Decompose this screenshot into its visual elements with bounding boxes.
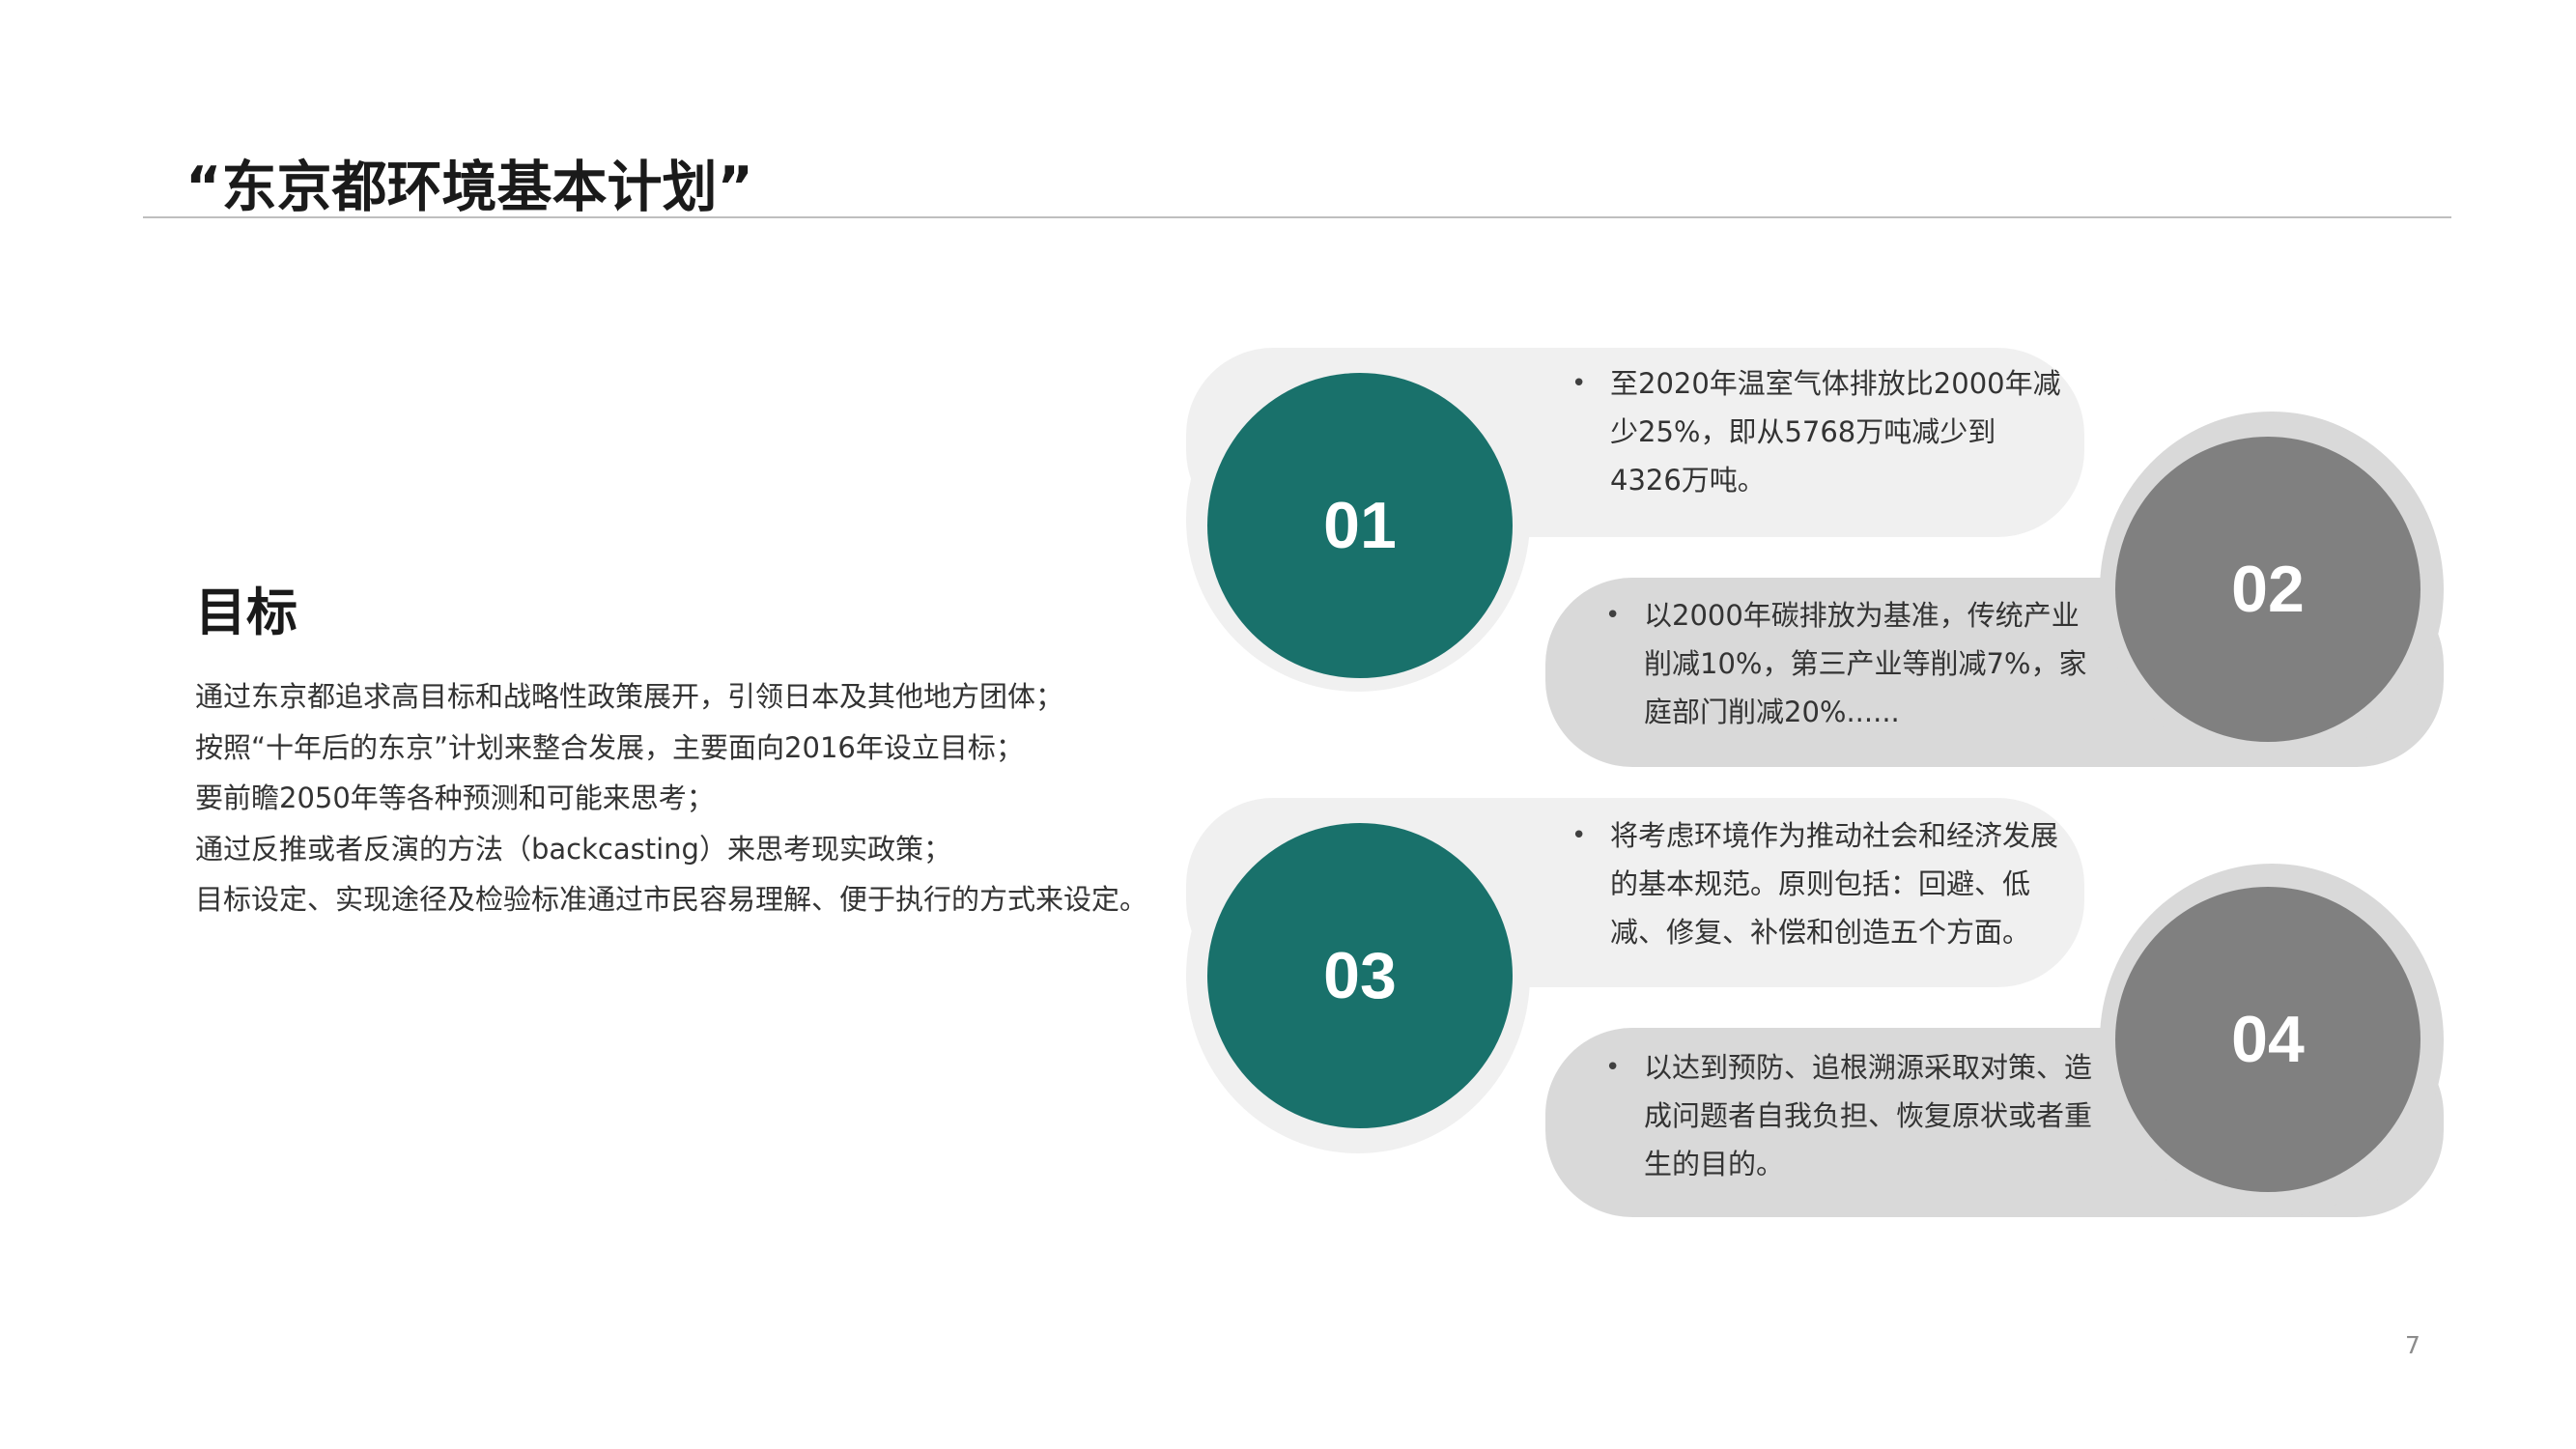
item-03-text: 将考虑环境作为推动社会和经济发展的基本规范。原则包括：回避、低减、修复、补偿和创… <box>1610 819 2059 949</box>
bullet-icon: • <box>1571 369 1587 398</box>
goal-text-block: 通过东京都追求高目标和战略性政策展开，引领日本及其他地方团体； 按照“十年后的东… <box>195 671 1200 925</box>
item-01-bullet-text: • 至2020年温室气体排放比2000年减少25%，即从5768万吨减少到432… <box>1571 359 2064 504</box>
item-02-bullet-text: • 以2000年碳排放为基准，传统产业削减10%，第三产业等削减7%，家庭部门削… <box>1605 591 2098 736</box>
title-divider <box>143 216 2451 218</box>
item-03-number: 03 <box>1323 939 1397 1012</box>
item-02-number: 02 <box>2231 553 2305 626</box>
bullet-icon: • <box>1571 821 1587 850</box>
goal-line: 目标设定、实现途径及检验标准通过市民容易理解、便于执行的方式来设定。 <box>195 883 1148 916</box>
item-03-bullet-text: • 将考虑环境作为推动社会和经济发展的基本规范。原则包括：回避、低减、修复、补偿… <box>1571 811 2064 956</box>
item-01-text: 至2020年温室气体排放比2000年减少25%，即从5768万吨减少到4326万… <box>1610 367 2061 497</box>
page-number: 7 <box>2405 1331 2420 1359</box>
goal-heading: 目标 <box>195 583 297 642</box>
goal-line: 要前瞻2050年等各种预测和可能来思考； <box>195 781 715 814</box>
item-04-number: 04 <box>2231 1003 2305 1076</box>
goal-line: 按照“十年后的东京”计划来整合发展，主要面向2016年设立目标； <box>195 730 1024 764</box>
item-02-number-circle: 02 <box>2115 437 2420 742</box>
item-02-text: 以2000年碳排放为基准，传统产业削减10%，第三产业等削减7%，家庭部门削减2… <box>1644 599 2087 728</box>
bullet-icon: • <box>1605 1053 1621 1082</box>
page-title: “东京都环境基本计划” <box>185 156 753 219</box>
item-03-number-circle: 03 <box>1207 823 1513 1128</box>
item-04-bullet-text: • 以达到预防、追根溯源采取对策、造成问题者自我负担、恢复原状或者重生的目的。 <box>1605 1043 2098 1188</box>
item-01-number: 01 <box>1323 489 1397 562</box>
goal-line: 通过反推或者反演的方法（backcasting）来思考现实政策； <box>195 832 951 866</box>
item-04-number-circle: 04 <box>2115 887 2420 1192</box>
item-01-number-circle: 01 <box>1207 373 1513 678</box>
bullet-icon: • <box>1605 601 1621 630</box>
goal-line: 通过东京都追求高目标和战略性政策展开，引领日本及其他地方团体； <box>195 680 1064 713</box>
item-04-text: 以达到预防、追根溯源采取对策、造成问题者自我负担、恢复原状或者重生的目的。 <box>1644 1051 2093 1180</box>
